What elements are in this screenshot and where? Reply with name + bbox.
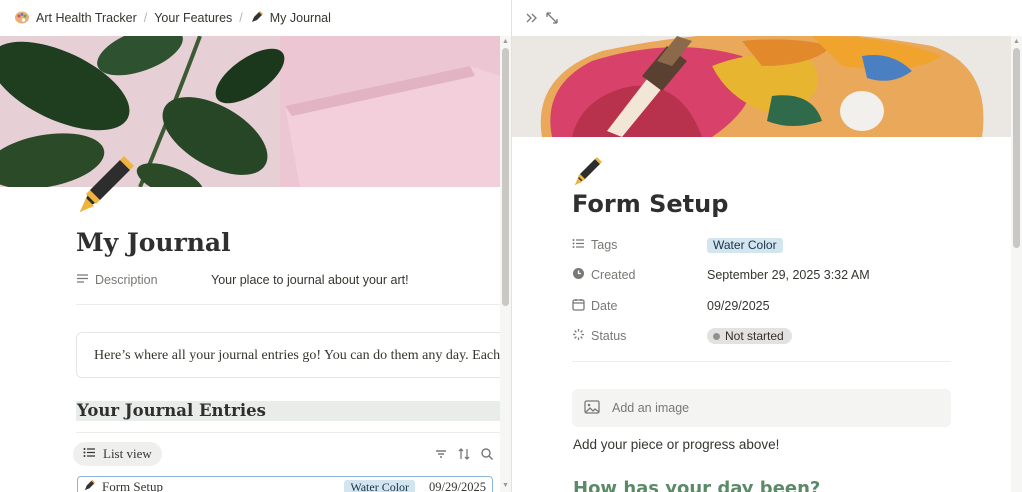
breadcrumb-label: Your Features — [154, 11, 233, 25]
breadcrumb-item-art-health-tracker[interactable]: Art Health Tracker — [14, 9, 137, 28]
breadcrumb-separator: / — [239, 11, 243, 25]
description-value[interactable]: Your place to journal about your art! — [211, 273, 409, 287]
scrollbar-thumb[interactable] — [502, 48, 509, 306]
status-loader-icon — [572, 328, 585, 344]
peek-page-title: Form Setup — [572, 190, 729, 218]
close-peek-icon[interactable] — [525, 11, 539, 25]
scrollbar[interactable]: ▲ — [1011, 36, 1022, 492]
property-label: Date — [572, 298, 707, 314]
property-tags[interactable]: Tags Water Color — [572, 235, 783, 255]
journal-page-pane: Art Health Tracker / Your Features / My … — [0, 0, 511, 492]
status-value: Not started — [725, 329, 784, 343]
page-title: My Journal — [76, 228, 231, 257]
fountain-pen-icon — [83, 479, 96, 492]
add-image-button[interactable]: Add an image — [572, 389, 951, 427]
fountain-pen-icon[interactable] — [572, 155, 604, 187]
property-label: Tags — [572, 237, 707, 253]
database-toolbar — [434, 447, 494, 461]
scroll-down-icon[interactable]: ▼ — [502, 482, 509, 489]
view-label: List view — [103, 446, 152, 461]
entry-title: Form Setup — [102, 479, 164, 492]
list-icon — [572, 237, 585, 253]
clock-icon — [572, 267, 585, 283]
section-heading: How has your day been? — [573, 478, 821, 492]
scroll-up-icon[interactable]: ▲ — [502, 38, 509, 45]
breadcrumb: Art Health Tracker / Your Features / My … — [0, 0, 511, 36]
list-icon — [83, 446, 96, 463]
property-label: Created — [572, 267, 707, 283]
breadcrumb-label: Art Health Tracker — [36, 11, 137, 25]
property-description[interactable]: Description Your place to journal about … — [76, 270, 409, 290]
breadcrumb-item-your-features[interactable]: Your Features — [154, 11, 232, 25]
list-item[interactable]: Form Setup Water Color 09/29/2025 — [77, 476, 493, 492]
property-date[interactable]: Date 09/29/2025 — [572, 296, 770, 316]
date-label: Date — [591, 299, 618, 313]
created-value: September 29, 2025 3:32 AM — [707, 268, 870, 282]
tag-badge[interactable]: Water Color — [707, 237, 783, 253]
fountain-pen-icon — [250, 10, 264, 27]
sort-icon[interactable] — [457, 447, 471, 461]
body-text[interactable]: Add your piece or progress above! — [573, 437, 779, 452]
tags-label: Tags — [591, 238, 618, 252]
fountain-pen-icon[interactable] — [74, 152, 138, 216]
cover-image[interactable] — [512, 36, 1011, 137]
breadcrumb-separator: / — [143, 11, 148, 25]
created-label: Created — [591, 268, 636, 282]
expand-icon[interactable] — [545, 11, 559, 25]
property-label: Description — [76, 272, 211, 288]
entry-date: 09/29/2025 — [429, 479, 486, 492]
tab-list-view[interactable]: List view — [73, 442, 162, 466]
side-peek-pane: Form Setup Tags Water Color Created Sept… — [512, 0, 1022, 492]
description-label: Description — [95, 273, 158, 287]
calendar-icon — [572, 298, 585, 314]
scroll-up-icon[interactable]: ▲ — [1013, 38, 1020, 45]
palette-icon — [14, 9, 30, 28]
status-label: Status — [591, 329, 627, 343]
scrollbar[interactable]: ▲ ▼ — [500, 36, 511, 492]
search-icon[interactable] — [480, 447, 494, 461]
property-created[interactable]: Created September 29, 2025 3:32 AM — [572, 265, 870, 285]
tag-badge: Water Color — [344, 479, 416, 492]
section-heading: Your Journal Entries — [76, 401, 500, 421]
scrollbar-thumb[interactable] — [1013, 48, 1020, 248]
text-lines-icon — [76, 272, 89, 288]
breadcrumb-item-my-journal[interactable]: My Journal — [250, 10, 331, 27]
divider — [76, 304, 500, 305]
add-image-label: Add an image — [612, 401, 690, 415]
property-status[interactable]: Status Not started — [572, 326, 792, 346]
image-icon — [584, 399, 600, 417]
breadcrumb-label: My Journal — [269, 11, 331, 25]
filter-icon[interactable] — [434, 447, 448, 461]
divider — [76, 432, 500, 433]
property-label: Status — [572, 328, 707, 344]
status-dot-icon — [713, 332, 720, 340]
divider — [572, 361, 951, 362]
callout[interactable]: Here’s where all your journal entries go… — [76, 332, 511, 378]
date-value[interactable]: 09/29/2025 — [707, 299, 770, 313]
status-badge[interactable]: Not started — [707, 328, 792, 344]
peek-toolbar — [512, 0, 1022, 36]
